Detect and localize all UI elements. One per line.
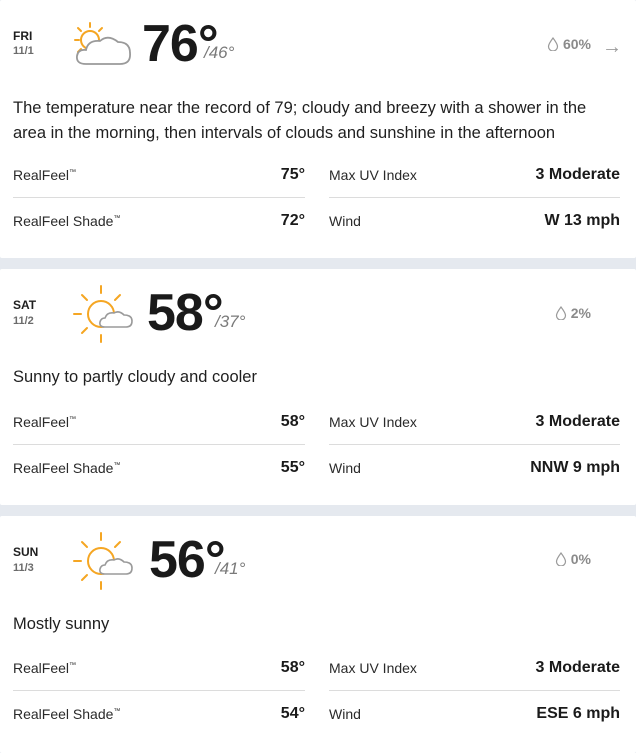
precip-value: 2% bbox=[570, 305, 591, 321]
realfeel-shade-value: 72° bbox=[280, 212, 305, 229]
realfeel-value: 75° bbox=[280, 165, 305, 183]
day-of-week: SAT bbox=[13, 298, 37, 312]
realfeel-shade-label: RealFeel Shade™ bbox=[13, 213, 121, 229]
uv-value: 3 Moderate bbox=[535, 165, 620, 183]
wind-row: Wind ESE 6 mph bbox=[329, 691, 620, 737]
realfeel-shade-row: RealFeel Shade™ 54° bbox=[13, 691, 305, 737]
uv-label: Max UV Index bbox=[329, 413, 417, 430]
precip-chance: 0% bbox=[555, 551, 591, 567]
uv-row: Max UV Index 3 Moderate bbox=[329, 399, 620, 445]
uv-value: 3 Moderate bbox=[535, 412, 620, 430]
precip-value: 60% bbox=[562, 36, 591, 52]
uv-row: Max UV Index 3 Moderate bbox=[329, 645, 620, 691]
low-temp: /41° bbox=[215, 559, 246, 578]
uv-label: Max UV Index bbox=[329, 166, 417, 183]
wind-label: Wind bbox=[329, 706, 361, 722]
precip-value: 0% bbox=[570, 551, 591, 567]
realfeel-label: RealFeel™ bbox=[13, 166, 77, 183]
date: 11/2 bbox=[13, 315, 34, 327]
high-temp: 58° bbox=[147, 284, 224, 342]
high-temp: 56° bbox=[149, 531, 226, 589]
wind-row: Wind W 13 mph bbox=[329, 198, 620, 244]
day-of-week: FRI bbox=[13, 29, 33, 43]
realfeel-label: RealFeel™ bbox=[13, 659, 77, 676]
uv-row: Max UV Index 3 Moderate bbox=[329, 152, 620, 198]
uv-value: 3 Moderate bbox=[535, 658, 620, 676]
realfeel-shade-row: RealFeel Shade™ 55° bbox=[13, 445, 305, 491]
day-of-week: SUN bbox=[13, 545, 39, 559]
realfeel-label: RealFeel™ bbox=[13, 413, 77, 430]
date: 11/1 bbox=[13, 45, 34, 57]
forecast-card-sun[interactable]: SUN 11/3 56° /41° 0% Mostly sunny RealFe… bbox=[0, 516, 636, 753]
realfeel-shade-label: RealFeel Shade™ bbox=[13, 706, 121, 722]
realfeel-row: RealFeel™ 58° bbox=[13, 645, 305, 691]
realfeel-shade-value: 54° bbox=[280, 705, 305, 722]
forecast-phrase: Sunny to partly cloudy and cooler bbox=[13, 368, 257, 386]
partly-sunny-icon bbox=[74, 22, 131, 65]
precip-chance: 60% bbox=[547, 36, 591, 52]
precip-chance: 2% bbox=[555, 305, 591, 321]
wind-label: Wind bbox=[329, 460, 361, 476]
wind-value: ESE 6 mph bbox=[536, 705, 620, 722]
wind-value: W 13 mph bbox=[544, 212, 620, 229]
date: 11/3 bbox=[13, 562, 34, 574]
realfeel-shade-value: 55° bbox=[280, 459, 305, 476]
raindrop-icon bbox=[547, 37, 559, 51]
raindrop-icon bbox=[555, 552, 566, 566]
forecast-phrase: Mostly sunny bbox=[13, 615, 110, 633]
realfeel-value: 58° bbox=[280, 658, 305, 676]
realfeel-shade-label: RealFeel Shade™ bbox=[13, 460, 121, 476]
forecast-card-sat[interactable]: SAT 11/2 58° /37° 2% Sunny to partly clo… bbox=[0, 269, 636, 505]
realfeel-value: 58° bbox=[280, 412, 305, 430]
forecast-card-fri[interactable]: FRI 11/1 76° /46° 60% → The temperature … bbox=[0, 0, 636, 258]
wind-row: Wind NNW 9 mph bbox=[329, 445, 620, 491]
uv-label: Max UV Index bbox=[329, 659, 417, 676]
wind-label: Wind bbox=[329, 213, 361, 229]
realfeel-row: RealFeel™ 58° bbox=[13, 399, 305, 445]
low-temp: /37° bbox=[215, 312, 246, 331]
low-temp: /46° bbox=[204, 43, 235, 62]
realfeel-row: RealFeel™ 75° bbox=[13, 152, 305, 198]
wind-value: NNW 9 mph bbox=[530, 459, 620, 476]
raindrop-icon bbox=[555, 306, 566, 320]
mostly-sunny-icon bbox=[73, 285, 133, 343]
arrow-right-icon[interactable]: → bbox=[602, 36, 622, 59]
forecast-phrase: The temperature near the record of 79; c… bbox=[13, 99, 587, 142]
mostly-sunny-icon bbox=[73, 532, 133, 590]
realfeel-shade-row: RealFeel Shade™ 72° bbox=[13, 198, 305, 244]
